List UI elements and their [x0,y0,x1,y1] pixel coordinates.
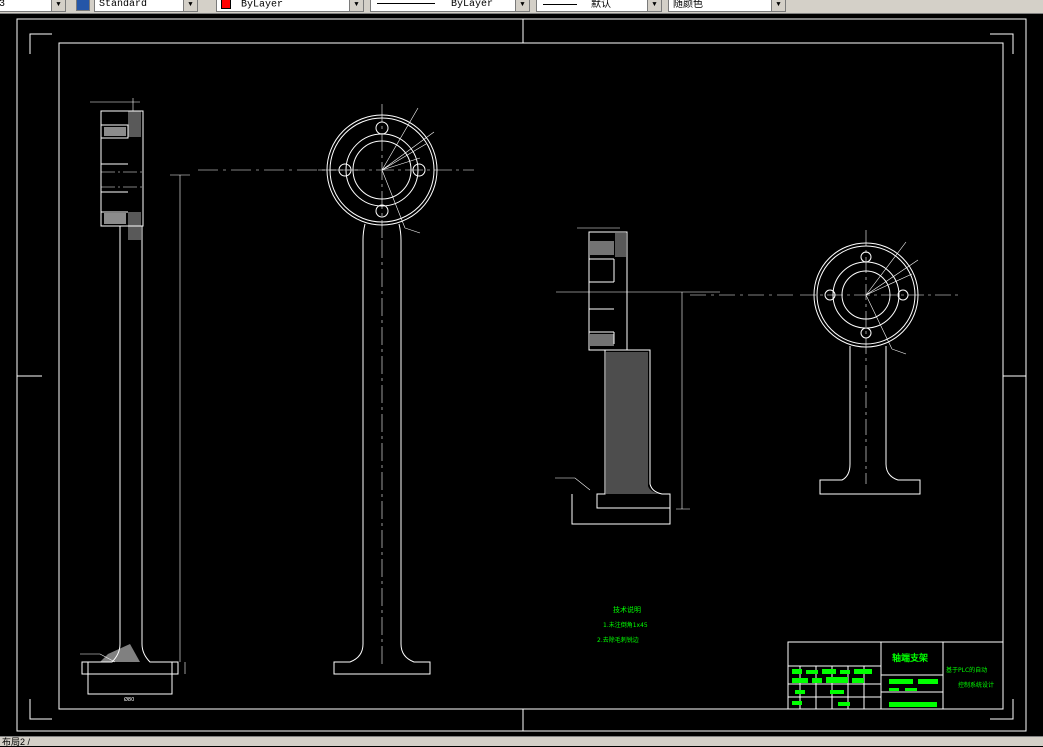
plot-style-value: 随颜色 [673,0,703,10]
layer-value: 3 [0,0,5,10]
design-title-line-1: 基于PLC的自动 [946,666,987,674]
tech-note-line-1: 1.未注倒角1x45 [603,621,648,629]
part-name: 轴端支架 [892,652,928,664]
lineweight-dropdown[interactable]: 默认 ▼ [536,0,662,12]
layout-tabs-bar: 布局2 / [0,736,1043,747]
tech-note-line-2: 2.去除毛刺锐边 [597,636,639,644]
linetype-value: ByLayer [451,0,494,10]
dimension-label: Ø80 [124,696,134,703]
drawing-frame [58,42,1004,710]
linetype-sample-icon [377,2,435,4]
chevron-down-icon[interactable]: ▼ [183,0,197,11]
text-style-dropdown[interactable]: Standard ▼ [94,0,198,12]
side-view-left [80,98,190,695]
linetype-dropdown[interactable]: ByLayer ▼ [370,0,530,12]
drawing-canvas[interactable]: Ø80 技术说明 1.未注倒角1x45 2.去除毛刺锐边 轴端支架 基于PLC的… [0,14,1043,736]
color-dropdown[interactable]: ByLayer ▼ [216,0,364,12]
chevron-down-icon[interactable]: ▼ [515,0,529,11]
text-style-icon[interactable] [76,0,90,11]
chevron-down-icon[interactable]: ▼ [771,0,785,11]
front-view-right [800,230,958,495]
chevron-down-icon[interactable]: ▼ [51,0,65,11]
text-style-value: Standard [99,0,148,10]
lineweight-value: 默认 [591,0,612,10]
title-block [787,641,1004,710]
chevron-down-icon[interactable]: ▼ [349,0,363,11]
design-title-line-2: 控制系统设计 [958,681,994,689]
layer-dropdown[interactable]: 3 ▼ [0,0,66,12]
plot-style-dropdown[interactable]: 随颜色 ▼ [668,0,786,12]
color-swatch-icon [221,0,231,9]
tech-notes-title: 技术说明 [613,605,641,614]
color-value: ByLayer [241,0,284,11]
chevron-down-icon[interactable]: ▼ [647,0,661,11]
centering-marks [17,19,1026,731]
front-view-left [318,104,474,675]
paper-border [16,18,1027,732]
lineweight-sample-icon [543,3,577,5]
properties-toolbar: 3 ▼ Standard ▼ ByLayer ▼ ByLayer ▼ 默认 ▼ … [0,0,1043,14]
